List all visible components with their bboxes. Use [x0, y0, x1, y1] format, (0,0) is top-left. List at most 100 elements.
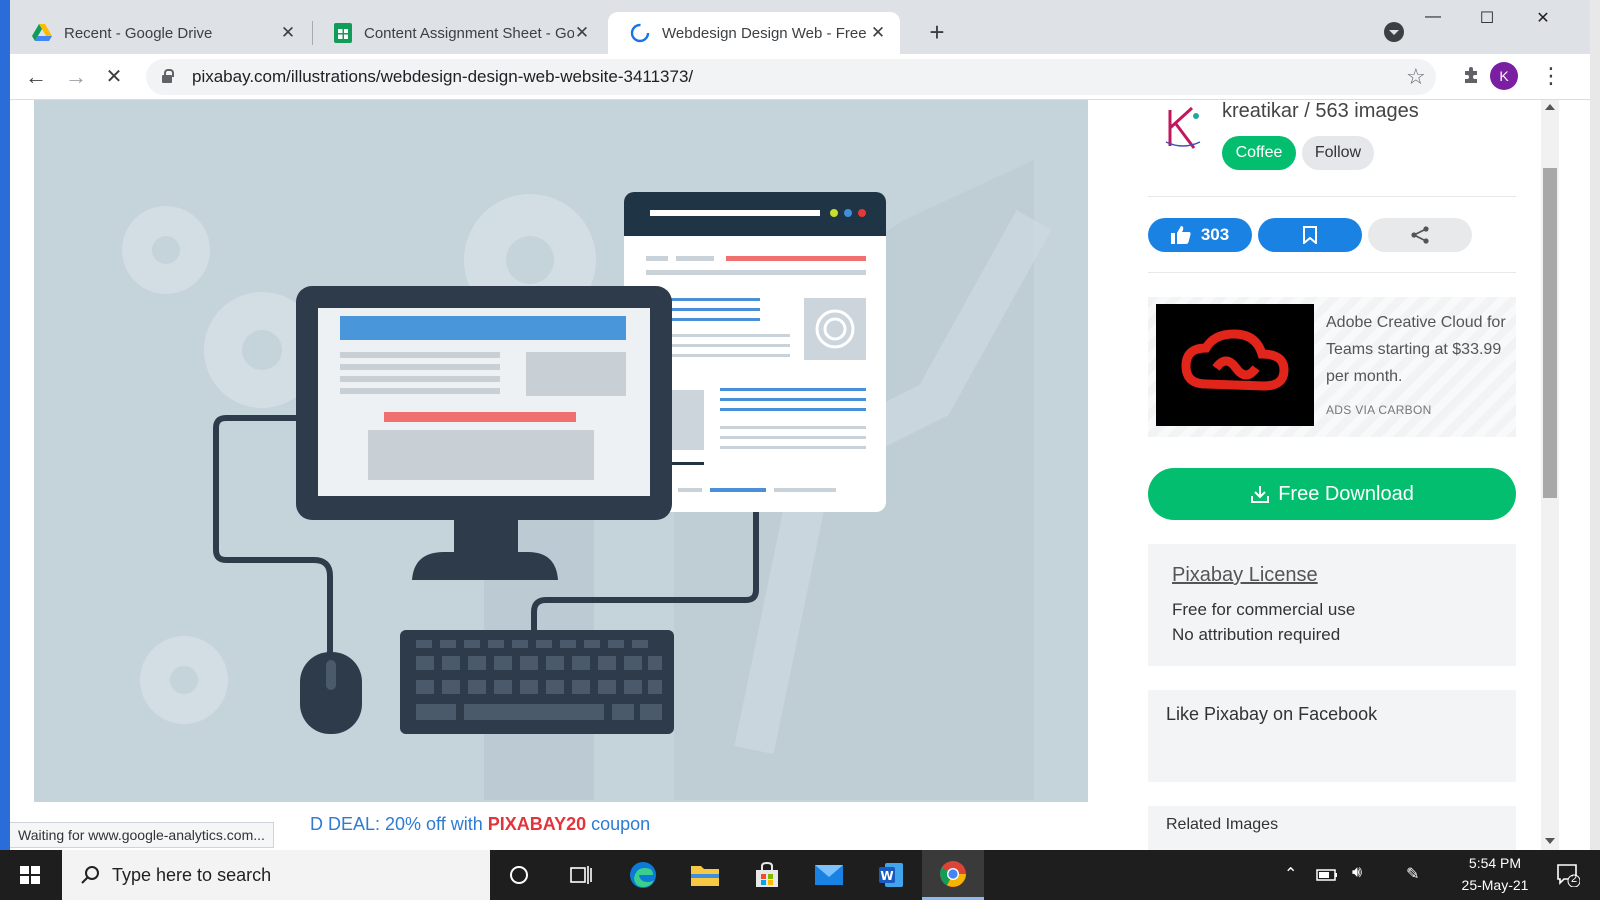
taskbar-edge[interactable] [612, 850, 674, 900]
volume-icon[interactable]: 🔊︎ [1352, 864, 1362, 882]
address-bar[interactable]: pixabay.com/illustrations/webdesign-desi… [146, 59, 1436, 95]
edge-browser-icon [630, 862, 656, 888]
search-icon [81, 866, 99, 884]
adobe-creative-cloud-logo-icon [1181, 329, 1289, 391]
start-button[interactable] [0, 850, 60, 900]
tab-title: Content Assignment Sheet - Goo [364, 24, 574, 42]
browser-status-bar: Waiting for www.google-analytics.com... [10, 822, 274, 848]
browser-window: Recent - Google Drive ✕ Content Assignme… [10, 0, 1590, 850]
loading-spinner-icon [630, 23, 650, 43]
thumbs-up-icon [1170, 226, 1191, 244]
cortana-button[interactable] [488, 850, 550, 900]
deal-banner[interactable]: D DEAL: 20% off with PIXABAY20 coupon [310, 814, 650, 835]
like-count: 303 [1200, 225, 1230, 244]
google-drive-icon [32, 24, 52, 41]
deal-suffix: coupon [586, 814, 651, 834]
url-text: pixabay.com/illustrations/webdesign-desi… [192, 67, 694, 86]
facebook-like-box: Like Pixabay on Facebook [1148, 690, 1516, 782]
deal-prefix: D DEAL: 20% off with [310, 814, 488, 834]
like-button[interactable]: 303 [1148, 218, 1252, 252]
bookmark-icon [1303, 226, 1317, 244]
tab-google-drive[interactable]: Recent - Google Drive ✕ [10, 12, 310, 54]
microsoft-word-icon: W [879, 863, 903, 887]
new-tab-button[interactable]: + [922, 18, 952, 48]
webdesign-illustration [34, 100, 1088, 802]
task-view-icon [570, 866, 592, 884]
tab-title: Webdesign Design Web - Free im [662, 24, 870, 42]
back-button[interactable]: ← [22, 63, 50, 91]
battery-icon[interactable] [1316, 869, 1338, 881]
maximize-button[interactable]: ☐ [1472, 8, 1502, 32]
tab-title: Recent - Google Drive [64, 24, 213, 42]
author-name[interactable]: kreatikar / 563 images [1222, 100, 1419, 123]
close-tab-icon[interactable]: ✕ [870, 24, 886, 41]
windows-logo-icon [20, 866, 40, 884]
tab-strip: Recent - Google Drive ✕ Content Assignme… [10, 0, 1590, 54]
notification-count: 2 [1570, 873, 1578, 885]
ad-image[interactable] [1156, 304, 1314, 426]
ad-via-label[interactable]: ADS VIA CARBON [1326, 403, 1432, 417]
follow-button[interactable]: Follow [1302, 136, 1374, 170]
license-box: Pixabay License Free for commercial use … [1148, 544, 1516, 666]
desktop-background-right [1590, 0, 1600, 850]
scroll-up-arrow-icon[interactable] [1545, 104, 1555, 110]
windows-taskbar: Type here to search W ⌃ 🔊︎ ✎ 5:54 PM 25-… [0, 850, 1600, 900]
taskbar-word[interactable]: W [860, 850, 922, 900]
show-hidden-icons-chevron-icon[interactable]: ⌃ [1284, 864, 1297, 884]
related-images-heading: Related Images [1166, 816, 1279, 833]
stop-loading-button[interactable]: ✕ [100, 63, 128, 91]
scroll-thumb[interactable] [1543, 168, 1557, 498]
task-view-button[interactable] [550, 850, 612, 900]
forward-button[interactable]: → [62, 63, 90, 91]
related-images-section: Related Images [1148, 806, 1516, 850]
desktop-background-left [0, 0, 10, 850]
file-explorer-folder-icon [691, 866, 719, 886]
clock-date[interactable]: 25-May-21 [1450, 877, 1540, 893]
clock-time[interactable]: 5:54 PM [1450, 855, 1540, 871]
bookmark-star-icon[interactable]: ☆ [1406, 64, 1426, 90]
minimize-button[interactable]: — [1418, 8, 1448, 32]
license-link[interactable]: Pixabay License [1172, 564, 1492, 587]
close-window-button[interactable]: ✕ [1528, 8, 1558, 32]
extensions-puzzle-icon[interactable] [1462, 65, 1482, 85]
taskbar-microsoft-store[interactable] [736, 850, 798, 900]
google-sheets-icon [334, 23, 352, 43]
free-download-button[interactable]: Free Download [1148, 468, 1516, 520]
lock-icon [162, 69, 174, 83]
chrome-browser-icon [940, 860, 966, 887]
license-line-commercial: Free for commercial use [1172, 600, 1356, 619]
microsoft-store-icon [756, 861, 778, 887]
bookmark-button[interactable] [1258, 218, 1362, 252]
taskbar-search-box[interactable]: Type here to search [62, 850, 490, 900]
tab-pixabay-active[interactable]: Webdesign Design Web - Free im ✕ [608, 12, 900, 54]
profile-avatar[interactable]: K [1490, 62, 1518, 90]
divider [1148, 196, 1516, 197]
coffee-button[interactable]: Coffee [1222, 136, 1296, 170]
facebook-like-label: Like Pixabay on Facebook [1166, 704, 1378, 724]
close-tab-icon[interactable]: ✕ [574, 24, 590, 41]
cortana-circle-icon [510, 866, 528, 884]
share-button[interactable] [1368, 218, 1472, 252]
main-illustration[interactable] [34, 100, 1088, 802]
share-icon [1411, 226, 1429, 244]
taskbar-mail[interactable] [798, 850, 860, 900]
pen-workspace-icon[interactable]: ✎ [1406, 864, 1419, 884]
scroll-down-arrow-icon[interactable] [1545, 838, 1555, 844]
taskbar-chrome-active[interactable] [922, 850, 984, 900]
mail-envelope-icon [815, 865, 843, 885]
close-tab-icon[interactable]: ✕ [280, 24, 296, 41]
author-avatar[interactable] [1158, 102, 1208, 154]
license-line-attribution: No attribution required [1172, 625, 1341, 644]
browser-menu-icon[interactable]: ⋮ [1540, 62, 1562, 90]
page-scrollbar[interactable] [1541, 100, 1559, 850]
tab-search-icon[interactable] [1384, 22, 1404, 42]
divider [1148, 272, 1516, 273]
page-content: Waiting for www.google-analytics.com... … [10, 100, 1570, 850]
carbon-ad[interactable]: Adobe Creative Cloud for Teams starting … [1148, 297, 1516, 437]
download-label: Free Download [1278, 482, 1414, 505]
taskbar-file-explorer[interactable] [674, 850, 736, 900]
coupon-code: PIXABAY20 [487, 814, 587, 834]
ad-text[interactable]: Adobe Creative Cloud for Teams starting … [1326, 309, 1510, 390]
tab-content-assignment-sheet[interactable]: Content Assignment Sheet - Goo ✕ [312, 12, 604, 54]
download-icon [1251, 486, 1270, 503]
